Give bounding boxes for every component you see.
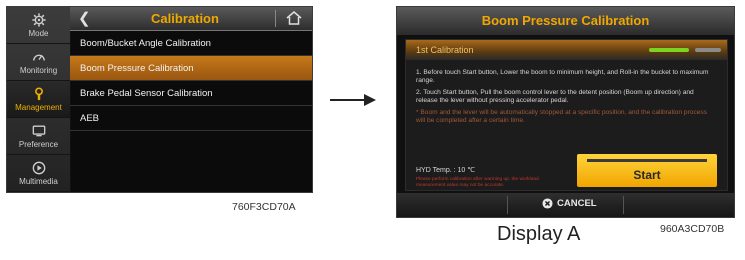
calibration-menu-screen: Mode Monitoring Management Preference Mu… — [6, 6, 313, 193]
gauge-icon — [32, 54, 45, 61]
play-icon — [32, 161, 45, 174]
menu-item-aeb[interactable]: AEB — [70, 106, 312, 131]
sidebar-label-monitoring: Monitoring — [19, 65, 58, 75]
calibration-header: ❮ Calibration — [70, 7, 312, 31]
sidebar-label-multimedia: Multimedia — [19, 176, 58, 186]
sidebar: Mode Monitoring Management Preference Mu… — [7, 7, 71, 192]
sidebar-item-management[interactable]: Management — [7, 81, 70, 118]
header-divider — [275, 10, 276, 27]
sidebar-item-multimedia[interactable]: Multimedia — [7, 155, 70, 192]
progress-step-pending — [695, 48, 721, 52]
dialog-title: Boom Pressure Calibration — [397, 7, 734, 35]
menu-item-brake-pedal-sensor[interactable]: Brake Pedal Sensor Calibration — [70, 81, 312, 106]
display-label: Display A — [497, 223, 581, 245]
footer-divider — [507, 196, 508, 214]
footer-divider — [623, 196, 624, 214]
start-button-label: Start — [633, 168, 661, 182]
boom-pressure-calibration-screen: Boom Pressure Calibration 1st Calibratio… — [396, 6, 735, 218]
wrench-icon — [34, 86, 43, 100]
arrow-right-icon — [330, 94, 376, 106]
sidebar-label-preference: Preference — [18, 139, 59, 149]
menu-item-boom-pressure[interactable]: Boom Pressure Calibration — [70, 56, 312, 81]
sidebar-item-mode[interactable]: Mode — [7, 7, 70, 44]
cancel-button[interactable]: CANCEL — [542, 198, 597, 209]
close-icon — [542, 198, 553, 209]
hyd-temp-readout: HYD Temp. : 10 ℃ — [416, 167, 476, 174]
start-progress-bar — [587, 159, 707, 162]
monitor-icon — [32, 125, 45, 136]
progress-step-done — [649, 48, 689, 52]
sidebar-item-preference[interactable]: Preference — [7, 118, 70, 155]
calibration-panel: 1st Calibration 1. Before touch Start bu… — [405, 39, 728, 191]
sidebar-label-management: Management — [15, 102, 62, 112]
gear-icon — [31, 12, 46, 27]
home-icon[interactable] — [286, 11, 302, 25]
left-caption: 760F3CD70A — [232, 201, 296, 213]
instruction-1: 1. Before touch Start button, Lower the … — [416, 69, 709, 84]
sidebar-item-monitoring[interactable]: Monitoring — [7, 44, 70, 81]
dialog-footer: CANCEL — [397, 193, 734, 217]
back-icon[interactable]: ❮ — [78, 9, 91, 27]
warm-up-warning: Please perform calibration after warming… — [416, 177, 539, 188]
page-title: Calibration — [151, 11, 219, 26]
sidebar-label-mode: Mode — [28, 28, 49, 38]
right-caption: 960A3CD70B — [660, 223, 725, 235]
start-button[interactable]: Start — [577, 154, 717, 187]
instruction-note: * Boom and the lever will be automatical… — [416, 109, 708, 124]
instruction-2: 2. Touch Start button, Pull the boom con… — [416, 89, 694, 104]
cancel-button-label: CANCEL — [557, 198, 597, 209]
menu-item-boom-bucket-angle[interactable]: Boom/Bucket Angle Calibration — [70, 31, 312, 56]
